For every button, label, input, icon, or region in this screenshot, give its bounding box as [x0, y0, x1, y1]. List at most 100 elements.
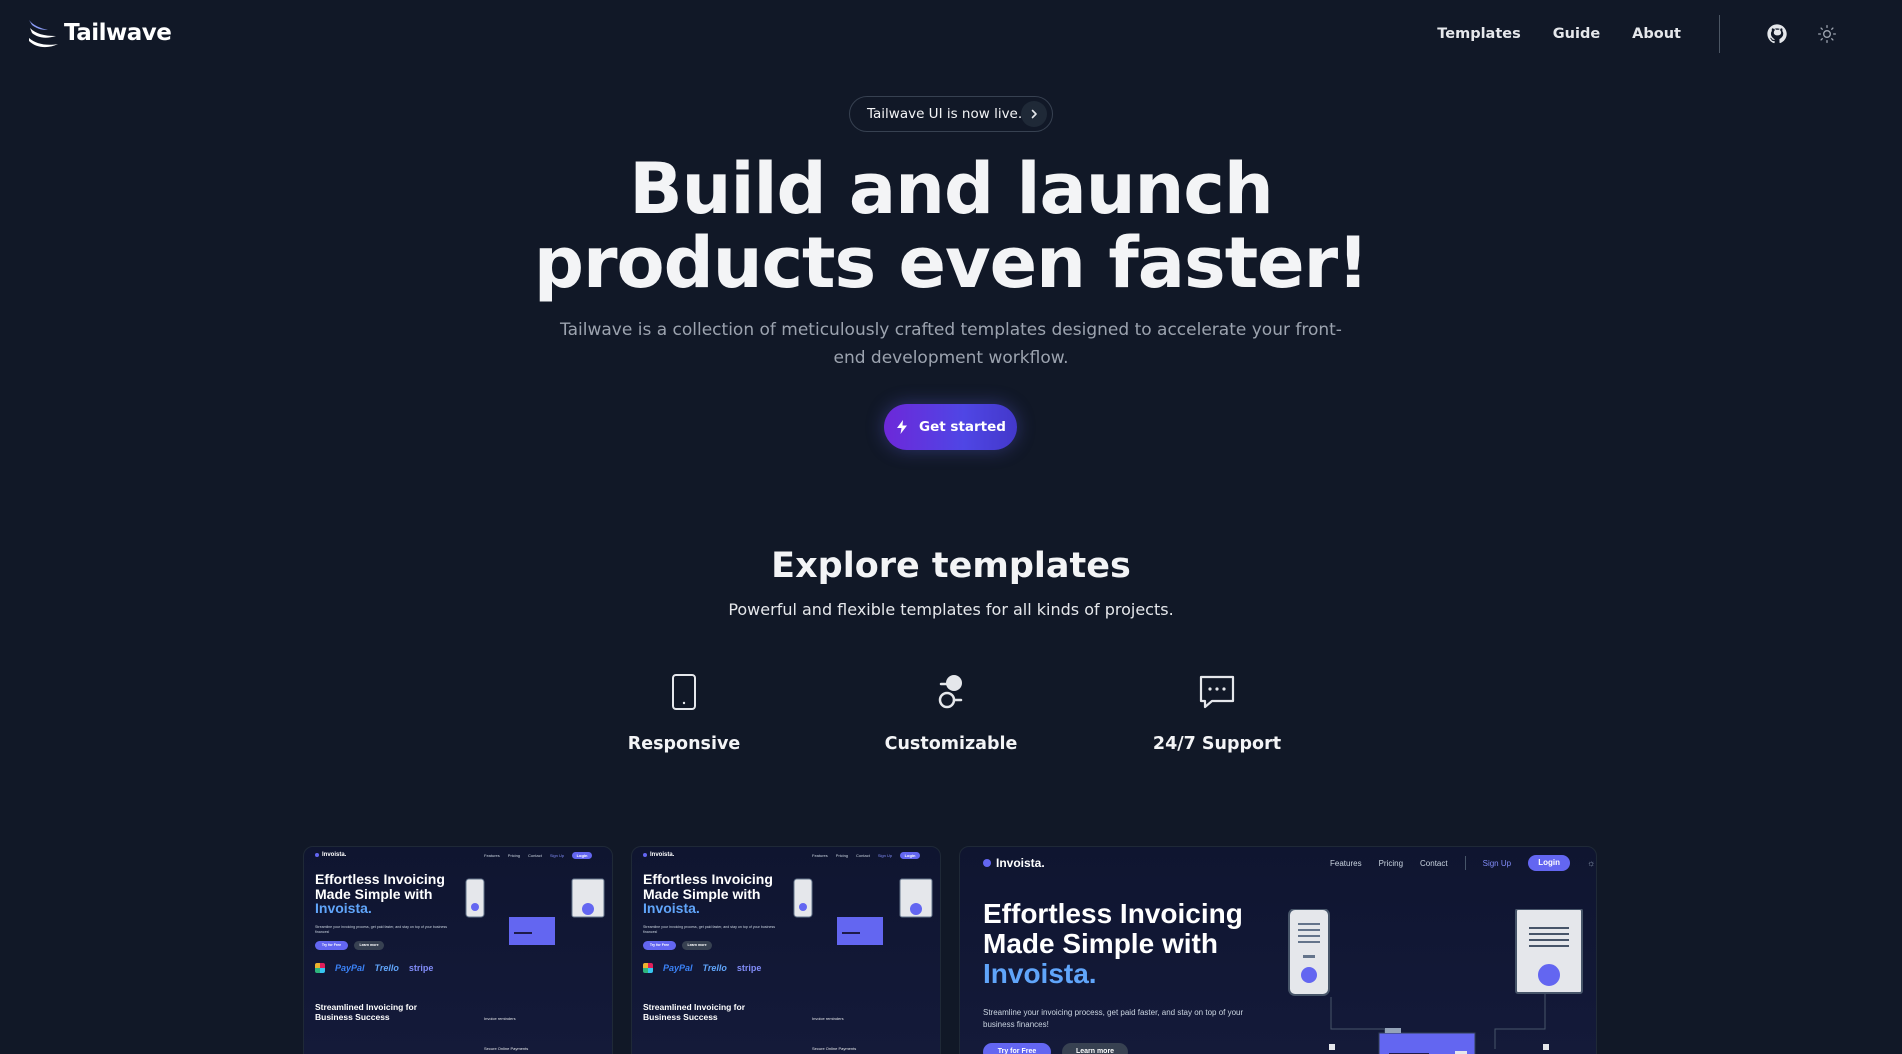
- preview-section-title: Streamlined Invoicing for Business Succe…: [315, 1002, 417, 1022]
- feature-support: 24/7 Support: [1117, 672, 1317, 754]
- preview-signup: Sign Up: [1482, 858, 1512, 868]
- hero-subtitle: Tailwave is a collection of meticulously…: [560, 320, 1342, 368]
- template-preview-card-1[interactable]: Invoista. Features Pricing Contact Sign …: [303, 846, 613, 1054]
- announcement-text: Tailwave UI is now live.: [867, 106, 1023, 122]
- feature-label: Customizable: [884, 734, 1018, 754]
- template-preview-card-2[interactable]: Invoista. Features Pricing Contact Sign …: [631, 846, 941, 1054]
- preview-tagline: Streamline your invoicing process, get p…: [315, 925, 448, 934]
- github-icon: [1767, 24, 1787, 44]
- preview-tagline: Streamline your invoicing process, get p…: [983, 1008, 1244, 1029]
- hero-title: Build and launch products even faster!: [451, 152, 1451, 300]
- brand-logo[interactable]: Tailwave: [26, 16, 172, 50]
- github-button[interactable]: [1762, 19, 1792, 49]
- preview-logos: PayPal Trello stripe: [643, 963, 761, 973]
- preview-login: Login: [900, 852, 921, 859]
- preview-nav-contact: Contact: [528, 853, 542, 858]
- nav-link-guide[interactable]: Guide: [1553, 26, 1600, 42]
- preview-tagline: Streamline your invoicing process, get p…: [643, 925, 776, 934]
- preview-section-title-1: Streamlined Invoicing for: [643, 1002, 746, 1012]
- theme-toggle-button[interactable]: [1812, 19, 1842, 49]
- preview-headline-1: Effortless Invoicing: [983, 898, 1243, 929]
- brand-dot-icon: [983, 859, 991, 867]
- sun-icon: [1818, 25, 1836, 43]
- preview-signup: Sign Up: [877, 853, 893, 858]
- invoice-illustration-icon: [793, 878, 933, 945]
- preview-nav-pricing: Pricing: [1378, 858, 1404, 868]
- preview-headline: Effortless Invoicing Made Simple with In…: [315, 872, 445, 916]
- paypal-logo: PayPal: [663, 963, 693, 973]
- preview-brand: Invoista.: [315, 852, 346, 858]
- preview-headline-accent: Invoista.: [643, 900, 700, 916]
- preview-brand-name: Invoista.: [650, 852, 675, 858]
- preview-list-item: Invoice reminders: [812, 1016, 844, 1021]
- top-navbar: Tailwave Templates Guide About: [0, 0, 1902, 68]
- invoice-illustration-icon: [1288, 909, 1583, 1054]
- preview-nav-links: Features Pricing Contact Sign Up Login: [812, 852, 921, 859]
- preview-headline: Effortless Invoicing Made Simple with In…: [983, 899, 1243, 989]
- nav-link-about[interactable]: About: [1632, 26, 1681, 42]
- nav-divider: [1719, 15, 1720, 53]
- preview-headline: Effortless Invoicing Made Simple with In…: [643, 872, 773, 916]
- chat-icon: [1199, 675, 1235, 709]
- preview-learn-more-button: Learn more: [682, 941, 712, 950]
- preview-nav-links: Features Pricing Contact Sign Up Login ☼: [1330, 855, 1595, 871]
- invoice-illustration-icon: [465, 878, 605, 945]
- feature-label: 24/7 Support: [1152, 734, 1282, 754]
- preview-section-title: Streamlined Invoicing for Business Succe…: [643, 1002, 745, 1022]
- get-started-label: Get started: [919, 419, 1006, 435]
- preview-try-free-button: Try for Free: [315, 941, 348, 950]
- preview-learn-more-button: Learn more: [1062, 1043, 1128, 1054]
- toggle-icon: [938, 675, 963, 709]
- nav-link-templates[interactable]: Templates: [1437, 26, 1520, 42]
- chevron-right-icon: [1021, 101, 1047, 127]
- preview-nav-contact: Contact: [1420, 858, 1448, 868]
- preview-learn-more-button: Learn more: [354, 941, 384, 950]
- preview-login: Login: [1528, 855, 1571, 871]
- feature-label: Responsive: [627, 734, 741, 754]
- preview-login: Login: [572, 852, 593, 859]
- preview-brand-name: Invoista.: [322, 852, 347, 858]
- preview-try-free-button: Try for Free: [643, 941, 676, 950]
- preview-section-title-2: Business Success: [643, 1012, 718, 1022]
- preview-list-item: Secure Online Payments: [812, 1046, 857, 1051]
- preview-nav-links: Features Pricing Contact Sign Up Login: [484, 852, 593, 859]
- nav-links: Templates Guide About: [1405, 14, 1842, 54]
- template-preview-card-3[interactable]: Invoista. Features Pricing Contact Sign …: [959, 846, 1597, 1054]
- preview-headline-accent: Invoista.: [983, 958, 1097, 989]
- preview-try-free-button: Try for Free: [983, 1043, 1051, 1054]
- preview-brand-name: Invoista.: [996, 856, 1045, 870]
- preview-section-title-2: Business Success: [315, 1012, 390, 1022]
- preview-section-title-1: Streamlined Invoicing for: [315, 1002, 418, 1012]
- announcement-pill[interactable]: Tailwave UI is now live.: [849, 96, 1053, 132]
- wave-logo-icon: [29, 20, 58, 48]
- explore-title: Explore templates: [771, 546, 1131, 586]
- trello-logo: Trello: [702, 963, 727, 973]
- get-started-button[interactable]: Get started: [884, 404, 1017, 450]
- preview-headline-accent: Invoista.: [315, 900, 372, 916]
- preview-nav-pricing: Pricing: [835, 853, 849, 858]
- preview-sun-icon: ☼: [1587, 858, 1596, 868]
- preview-signup: Sign Up: [549, 853, 565, 858]
- brand-dot-icon: [315, 853, 319, 857]
- preview-logos: PayPal Trello stripe: [315, 963, 433, 973]
- paypal-logo: PayPal: [335, 963, 365, 973]
- hero-title-line-1: Build and launch: [629, 148, 1273, 230]
- stripe-logo: stripe: [408, 963, 434, 973]
- feature-responsive: Responsive: [584, 672, 784, 754]
- preview-nav-pricing: Pricing: [507, 853, 521, 858]
- slack-logo-icon: [643, 963, 653, 973]
- explore-subtitle: Powerful and flexible templates for all …: [728, 600, 1174, 619]
- preview-brand: Invoista.: [643, 852, 674, 858]
- preview-feature-list: Invoice reminders Secure Online Payments: [812, 1004, 856, 1054]
- brand-dot-icon: [643, 853, 647, 857]
- preview-list-item: Invoice reminders: [484, 1016, 516, 1021]
- preview-brand: Invoista.: [983, 856, 1045, 870]
- trello-logo: Trello: [374, 963, 399, 973]
- preview-headline-2: Made Simple with: [983, 928, 1218, 959]
- slack-logo-icon: [315, 963, 325, 973]
- preview-list-item: Secure Online Payments: [484, 1046, 529, 1051]
- preview-feature-list: Invoice reminders Secure Online Payments: [484, 1004, 528, 1054]
- preview-nav-features: Features: [484, 853, 500, 858]
- stripe-logo: stripe: [736, 963, 762, 973]
- brand-name: Tailwave: [64, 20, 172, 46]
